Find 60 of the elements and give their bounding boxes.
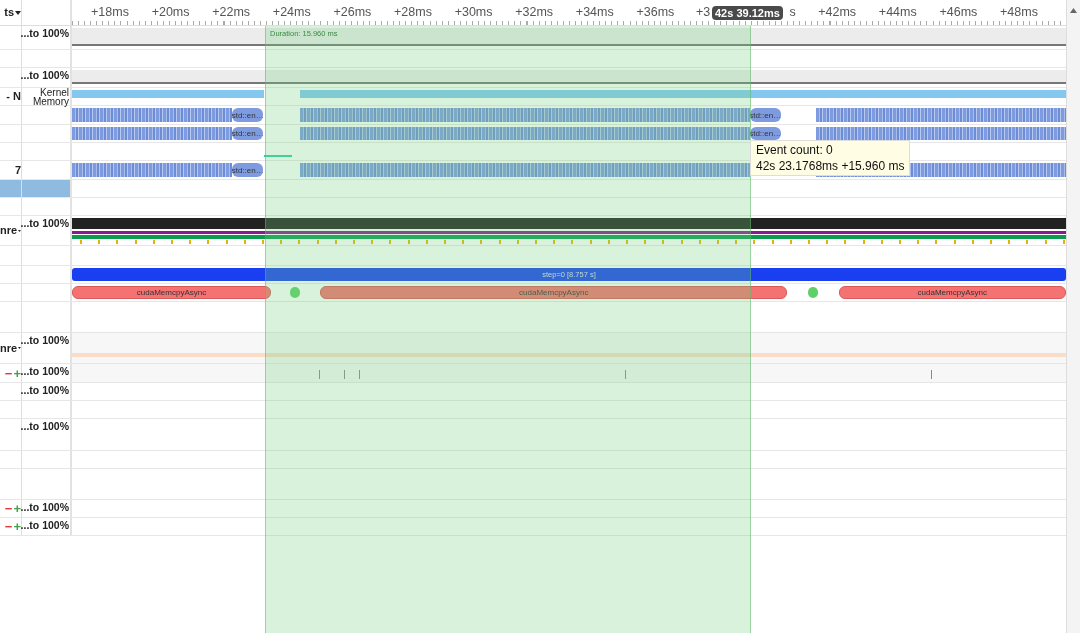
ruler-tick-label: +26ms — [333, 5, 372, 19]
ruler-tick-label: +24ms — [272, 5, 311, 19]
slice[interactable]: std::en… — [232, 108, 264, 122]
ruler-tick-label: +20ms — [151, 5, 190, 19]
scale-label: Kernel Memory — [31, 89, 69, 106]
track-name: nre — [0, 225, 18, 236]
ruler-tick-label: +34ms — [575, 5, 614, 19]
plus-button[interactable]: + — [13, 367, 21, 379]
ruler-tick-label: +32ms — [515, 5, 554, 19]
event-slice[interactable] — [807, 287, 818, 298]
scale-label: ...to 100% — [20, 421, 69, 431]
event-slice[interactable] — [290, 287, 301, 298]
api-slice[interactable]: cudaMemcpyAsync — [72, 286, 271, 299]
scale-label: ...to 100% — [20, 218, 69, 228]
api-slice[interactable]: cudaMemcpyAsync — [320, 286, 788, 299]
event-mark — [359, 370, 361, 379]
plus-button[interactable]: + — [13, 521, 21, 532]
slice[interactable]: std::en… — [232, 127, 264, 140]
scale-label: ...to 100% — [20, 520, 69, 530]
ruler-tick-label: +30ms — [454, 5, 493, 19]
column-label: ts — [4, 7, 14, 18]
ruler-tick-label: +42ms — [818, 5, 857, 19]
scale-label: ...to 100% — [20, 70, 69, 80]
api-slice[interactable]: cudaMemcpyAsync — [838, 286, 1066, 299]
tooltip-text: 42s 23.1768ms +15.960 ms — [756, 159, 905, 173]
event-mark — [930, 370, 932, 379]
scroll-up-icon[interactable] — [1070, 8, 1077, 13]
minus-button[interactable]: − — [4, 367, 13, 379]
track-name: 7 — [14, 164, 21, 176]
slice[interactable]: std::en… — [749, 127, 781, 140]
track-name: - N — [6, 91, 21, 102]
event-mark — [344, 370, 346, 379]
ruler-tick-label: +22ms — [212, 5, 251, 19]
event-mark — [319, 370, 321, 379]
ruler-tick-label: +46ms — [939, 5, 978, 19]
scale-label: ...to 100% — [20, 335, 69, 345]
ruler-tick-label: +36ms — [636, 5, 675, 19]
scrollbar[interactable] — [1066, 0, 1080, 633]
scale-label: ...to 100% — [20, 502, 69, 512]
scale-label: ...to 100% — [20, 28, 69, 38]
tooltip-text: Event count: 0 — [756, 143, 834, 157]
track-name: nre — [0, 342, 18, 354]
event-mark — [624, 370, 626, 379]
minus-button[interactable]: − — [4, 521, 13, 532]
minus-button[interactable]: − — [4, 503, 13, 514]
ruler-tick-label: +28ms — [394, 5, 432, 19]
scale-label: ...to 100% — [20, 385, 69, 395]
ruler-tick-label: +44ms — [878, 5, 917, 19]
selected-track[interactable] — [0, 180, 1066, 198]
ruler-tick-label: +3 — [696, 5, 711, 19]
scale-label: ...to 100% — [20, 366, 69, 376]
ruler-tick-label: s — [789, 5, 796, 19]
ruler-tick-label: +48ms — [1000, 5, 1038, 19]
plus-button[interactable]: + — [13, 503, 21, 514]
caret-icon — [15, 10, 21, 15]
cursor-time-label: 42s 39.12ms — [712, 6, 783, 20]
slice[interactable]: std::en… — [749, 108, 781, 122]
ruler-tick-label: +18ms — [91, 5, 129, 19]
event-mark — [264, 155, 293, 157]
slice[interactable]: std::en… — [232, 163, 264, 177]
